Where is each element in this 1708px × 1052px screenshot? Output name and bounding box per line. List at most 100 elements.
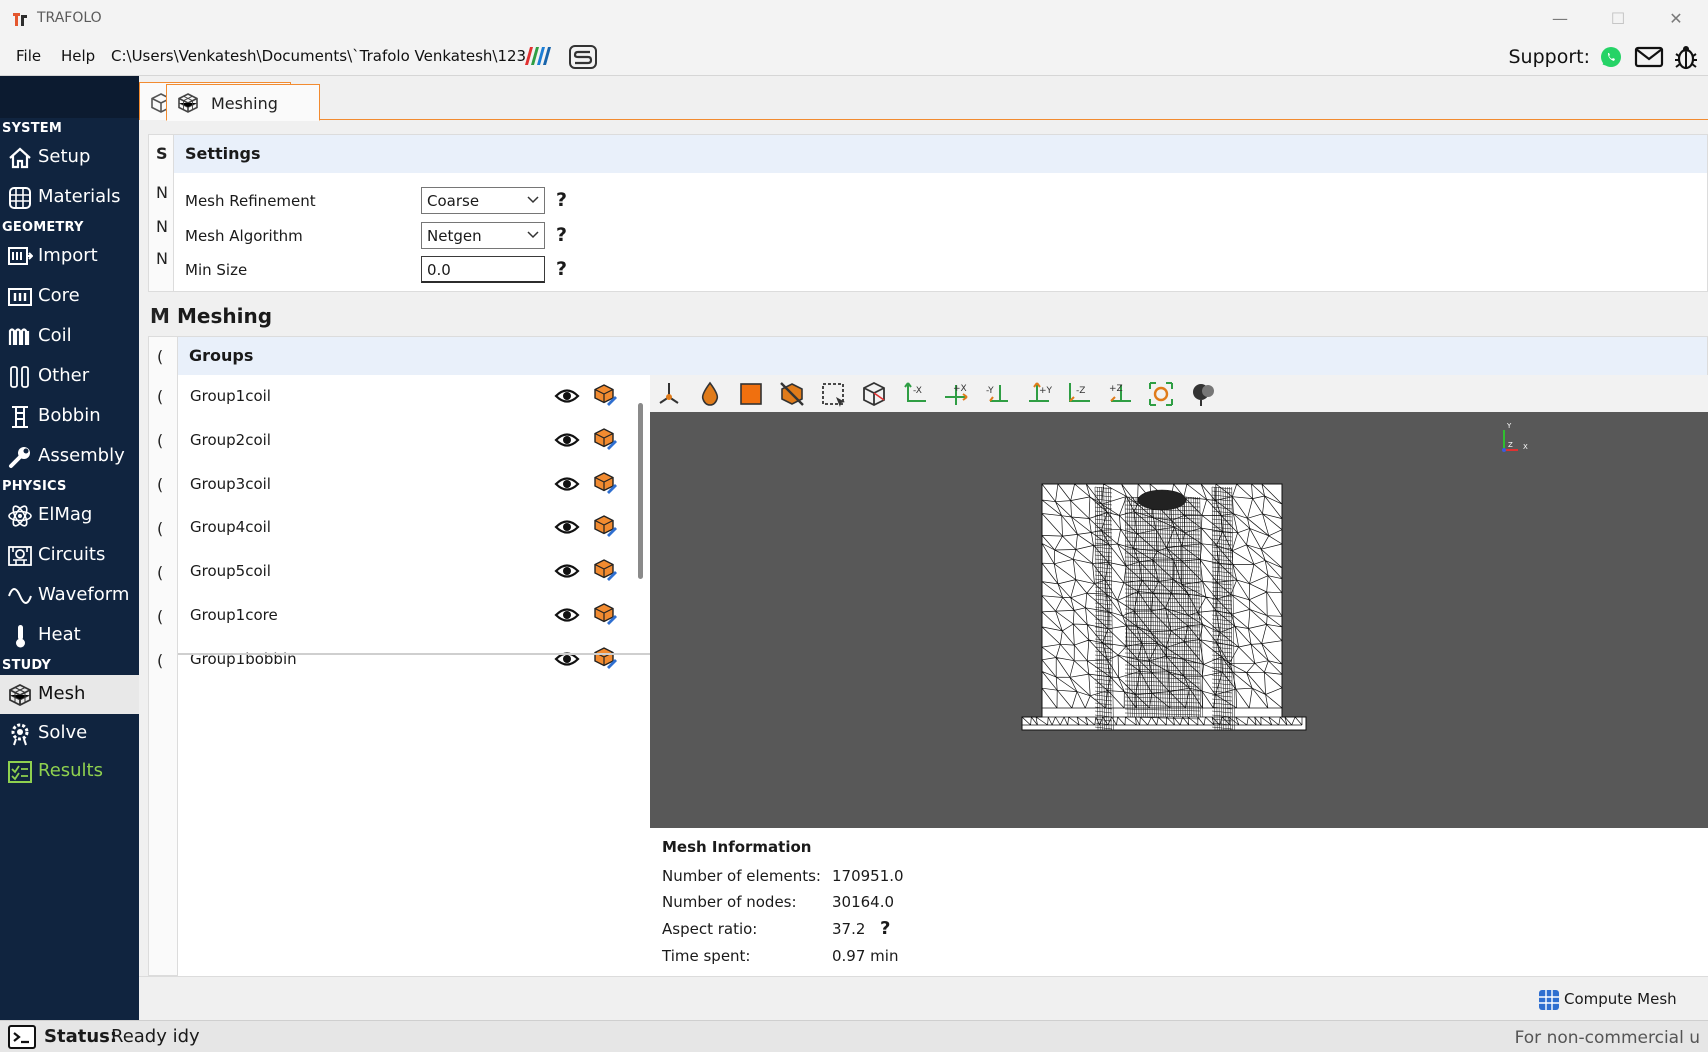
menu-file[interactable]: File [16, 47, 41, 65]
bug-report-icon[interactable] [1673, 43, 1699, 71]
group-row[interactable]: Group3coil [178, 463, 630, 507]
background-letter: ( [157, 431, 164, 450]
group-row[interactable]: Group2coil [178, 419, 630, 463]
sidebar-item-label: Mesh [38, 683, 86, 704]
sidebar-item-results[interactable]: Results [0, 752, 139, 790]
min-size-value: 0.0 [427, 261, 451, 279]
group-row[interactable]: Group4coil [178, 506, 630, 550]
eye-icon[interactable] [554, 560, 580, 582]
group-row[interactable]: Group1bobbin [178, 638, 630, 682]
solid-square-icon[interactable] [736, 379, 766, 409]
sidebar-item-label: Heat [38, 624, 81, 645]
render-settings-icon[interactable] [1187, 379, 1217, 409]
help-icon[interactable]: ? [880, 918, 890, 939]
close-button[interactable]: ✕ [1659, 6, 1693, 32]
cube-view-icon[interactable] [859, 379, 889, 409]
fit-view-icon[interactable] [1146, 379, 1176, 409]
mesh-refinement-label: Mesh Refinement [185, 192, 316, 210]
group-name: Group5coil [190, 562, 271, 581]
materials-grid-icon [9, 187, 31, 209]
help-icon[interactable]: ? [556, 224, 567, 246]
eye-icon[interactable] [554, 473, 580, 495]
eye-icon[interactable] [554, 516, 580, 538]
sidebar-item-materials[interactable]: Materials [0, 178, 139, 216]
edit-mesh-icon[interactable] [593, 383, 617, 407]
sidebar-item-setup[interactable]: Setup [0, 138, 139, 176]
view-minus-y-icon[interactable]: -Y [982, 379, 1012, 409]
select-box-icon[interactable] [818, 379, 848, 409]
mesh-algorithm-select[interactable]: Netgen [421, 222, 545, 249]
view-minus-x-icon[interactable]: -X [900, 379, 930, 409]
group-list-scrollbar[interactable] [638, 403, 643, 579]
view-minus-z-icon[interactable]: -Z [1064, 379, 1094, 409]
axis-label-y: Y [1506, 422, 1512, 430]
mesh-viewport[interactable]: Y Z X [650, 412, 1708, 828]
sidebar-item-waveform[interactable]: Waveform [0, 576, 139, 614]
help-icon[interactable]: ? [556, 258, 567, 280]
drop-icon[interactable] [695, 379, 725, 409]
settings-header: Settings [174, 135, 1707, 173]
axes-origin-icon[interactable] [654, 379, 684, 409]
menu-help[interactable]: Help [61, 47, 95, 65]
action-bar: Compute Mesh [139, 976, 1708, 1020]
sidebar-item-heat[interactable]: Heat [0, 616, 139, 654]
sidebar-item-core[interactable]: Core [0, 277, 139, 315]
edit-mesh-icon[interactable] [593, 471, 617, 495]
group-row[interactable]: Group1core [178, 594, 630, 638]
mesh-refinement-row: Mesh Refinement Coarse ? [174, 187, 1707, 217]
help-icon[interactable]: ? [556, 189, 567, 211]
eye-icon[interactable] [554, 604, 580, 626]
paraview-logo-icon[interactable] [522, 45, 552, 67]
main-area: Meshing S N N N M ( ( ( ( ( ( ( ( Settin… [139, 76, 1708, 1020]
min-size-input[interactable]: 0.0 [421, 256, 545, 283]
hide-shape-icon[interactable] [777, 379, 807, 409]
background-letter: ( [157, 563, 164, 582]
mail-icon[interactable] [1634, 46, 1664, 68]
background-letter: ( [157, 387, 164, 406]
tab-meshing[interactable]: Meshing [166, 84, 320, 121]
view-plus-y-icon[interactable]: +Y [1023, 379, 1053, 409]
group-name: Group1core [190, 606, 278, 624]
results-chart-icon [8, 761, 32, 783]
nodes-value: 30164.0 [832, 893, 895, 911]
scripting-logo-icon[interactable] [568, 44, 598, 70]
sidebar-item-circuits[interactable]: Circuits [0, 536, 139, 574]
edit-mesh-icon[interactable] [593, 427, 617, 451]
mesh-information-panel: Mesh Information Number of elements: 170… [650, 828, 1708, 977]
mesh-refinement-select[interactable]: Coarse [421, 187, 545, 214]
svg-text:-Y: -Y [986, 386, 994, 396]
mesh-info-aspect: Aspect ratio: 37.2 ? [662, 918, 1262, 944]
background-letter: N [156, 249, 168, 268]
license-note: For non-commercial u [1514, 1028, 1700, 1048]
whatsapp-icon[interactable] [1599, 45, 1623, 69]
sidebar-item-label: Core [38, 285, 80, 306]
edit-mesh-icon[interactable] [593, 558, 617, 582]
sidebar-item-other[interactable]: Other [0, 357, 139, 395]
sidebar-item-mesh[interactable]: Mesh [0, 675, 139, 714]
maximize-button[interactable]: ☐ [1601, 6, 1635, 32]
mesh-info-title: Mesh Information [662, 838, 812, 856]
edit-mesh-icon[interactable] [593, 646, 617, 670]
sidebar-item-assembly[interactable]: Assembly [0, 437, 139, 475]
coil-icon [8, 328, 30, 345]
mesh-info-elements: Number of elements: 170951.0 [662, 867, 1262, 891]
group-row[interactable]: Group5coil [178, 550, 630, 594]
eye-icon[interactable] [554, 429, 580, 451]
svg-text:-X: -X [913, 386, 922, 396]
eye-icon[interactable] [554, 385, 580, 407]
minimize-button[interactable]: — [1543, 6, 1577, 32]
sidebar-item-solve[interactable]: Solve [0, 714, 139, 752]
sidebar-item-coil[interactable]: Coil [0, 317, 139, 355]
compute-mesh-button[interactable]: Compute Mesh [1538, 987, 1688, 1013]
edit-mesh-icon[interactable] [593, 602, 617, 626]
eye-icon[interactable] [554, 648, 580, 670]
edit-mesh-icon[interactable] [593, 514, 617, 538]
sidebar-item-bobbin[interactable]: Bobbin [0, 397, 139, 435]
view-plus-z-icon[interactable]: +Z [1105, 379, 1135, 409]
sidebar-item-label: Circuits [38, 544, 106, 565]
group-row[interactable]: Group1coil [178, 375, 630, 419]
sidebar-item-import[interactable]: Import [0, 237, 139, 275]
view-plus-x-icon[interactable]: +X [941, 379, 971, 409]
sidebar-item-elmag[interactable]: ElMag [0, 496, 139, 534]
solve-gear-icon [11, 723, 29, 746]
